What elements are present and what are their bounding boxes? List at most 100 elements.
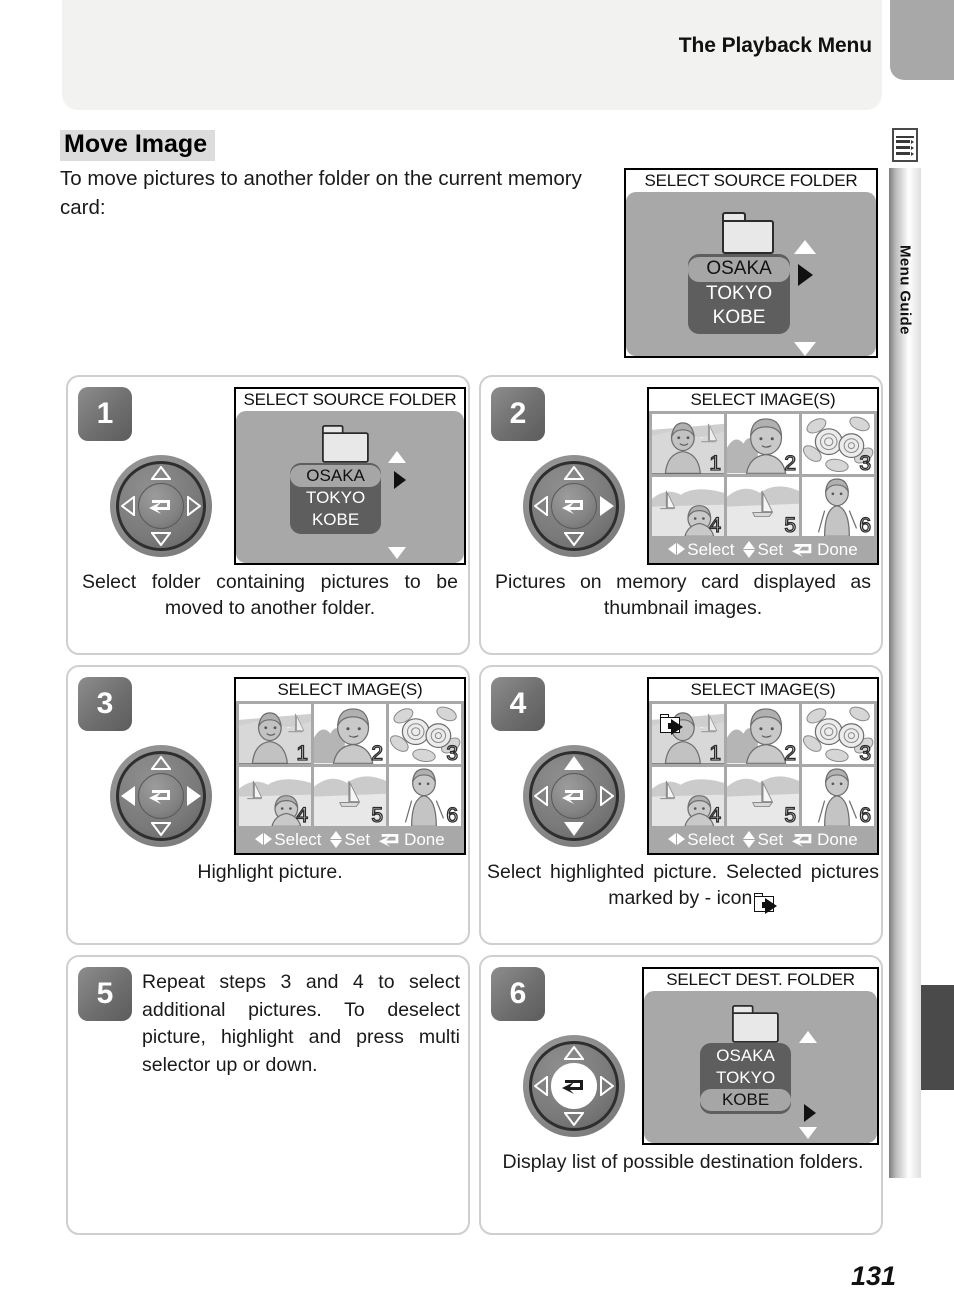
folder-icon: [322, 425, 369, 464]
scroll-down-arrow-icon: [794, 342, 816, 356]
thumbnail-item[interactable]: 1: [652, 414, 724, 474]
folder-item-osaka[interactable]: OSAKA: [688, 257, 791, 282]
move-folder-marker-icon: [660, 714, 694, 736]
thumbnail-item[interactable]: 2: [314, 704, 386, 764]
thumbnail-item[interactable]: 2: [727, 414, 799, 474]
done-hint-label: Done: [404, 829, 445, 849]
dial-up-arrow-icon[interactable]: [151, 466, 171, 480]
dial-left-arrow-icon[interactable]: [534, 1076, 548, 1096]
folder-item-kobe[interactable]: KOBE: [290, 509, 381, 531]
step-card-1: 1 SELECT SOURCE FOLDER OSAKA TOKYO KOBE …: [66, 375, 470, 655]
dial-down-arrow-icon[interactable]: [564, 1112, 584, 1126]
dial-left-arrow-icon[interactable]: [121, 786, 135, 806]
dial-right-arrow-icon[interactable]: [187, 496, 201, 516]
dial-right-arrow-icon[interactable]: [600, 786, 614, 806]
select-hint-label: Select: [274, 829, 322, 849]
folder-item-kobe[interactable]: KOBE: [700, 1088, 792, 1111]
dial-down-arrow-icon[interactable]: [564, 532, 584, 546]
step-caption: Highlight picture.: [197, 861, 343, 883]
folder-list[interactable]: OSAKA TOKYO KOBE: [688, 254, 791, 335]
step-caption: Display list of possible destination fol…: [502, 1151, 864, 1173]
thumbnail-number: 3: [859, 451, 872, 474]
scroll-up-arrow-icon: [794, 240, 816, 255]
dial-right-arrow-icon[interactable]: [600, 496, 614, 516]
dial-left-arrow-icon[interactable]: [121, 496, 135, 516]
lcd-body: OSAKA TOKYO KOBE: [236, 411, 464, 563]
side-tab-label: Menu Guide: [896, 245, 914, 335]
thumbnail-item[interactable]: 3: [802, 414, 874, 474]
lcd-title: SELECT IMAGE(S): [690, 390, 836, 409]
thumbnail-item[interactable]: 6: [389, 766, 461, 826]
dial-down-arrow-icon[interactable]: [151, 532, 171, 546]
dial-center-button[interactable]: [551, 1063, 597, 1109]
folder-item-osaka[interactable]: OSAKA: [290, 465, 382, 488]
section-intro: To move pictures to another folder on th…: [60, 167, 582, 220]
thumbnail-item[interactable]: 5: [727, 766, 799, 826]
dial-center-button[interactable]: [138, 773, 184, 819]
set-hint-label: Set: [757, 829, 784, 849]
folder-icon: [732, 1005, 779, 1044]
enter-right-arrow-icon: [394, 471, 406, 490]
lcd-title: SELECT DEST. FOLDER: [666, 970, 855, 989]
dial-down-arrow-icon[interactable]: [151, 822, 171, 836]
dial-up-arrow-icon[interactable]: [151, 756, 171, 770]
dial-center-button[interactable]: [138, 483, 184, 529]
dial-up-arrow-icon[interactable]: [564, 1046, 584, 1060]
scroll-up-arrow-icon: [799, 1031, 817, 1044]
lcd-title: SELECT IMAGE(S): [277, 680, 423, 699]
thumbnail-number: 3: [859, 741, 872, 764]
dial-left-arrow-icon[interactable]: [534, 496, 548, 516]
thumbnail-number: 2: [784, 741, 797, 764]
multi-selector-dial[interactable]: [523, 745, 625, 847]
folder-list[interactable]: OSAKA TOKYO KOBE: [290, 463, 382, 534]
page-title: The Playback Menu: [678, 34, 872, 57]
folder-item-osaka[interactable]: OSAKA: [700, 1045, 791, 1067]
thumbnail-item[interactable]: 5: [727, 476, 799, 536]
multi-selector-dial[interactable]: [110, 455, 212, 557]
multi-selector-dial[interactable]: [523, 455, 625, 557]
scroll-up-arrow-icon: [388, 451, 406, 464]
folder-item-tokyo[interactable]: TOKYO: [688, 282, 790, 306]
thumbnail-item[interactable]: 6: [802, 766, 874, 826]
thumbnail-item[interactable]: 4: [652, 476, 724, 536]
thumbnail-hint-bar: Select Set Done: [649, 538, 877, 563]
header-band: The Playback Menu: [62, 0, 882, 110]
scroll-down-arrow-icon: [388, 547, 406, 560]
thumbnail-item[interactable]: 1: [652, 704, 724, 764]
dial-up-arrow-icon[interactable]: [564, 466, 584, 480]
thumbnail-item[interactable]: 4: [239, 766, 311, 826]
thumbnail-grid: 1 2 3 4 5 6: [236, 701, 464, 828]
thumbnail-item[interactable]: 3: [389, 704, 461, 764]
folder-item-tokyo[interactable]: TOKYO: [290, 487, 381, 509]
dial-center-button[interactable]: [551, 483, 597, 529]
dial-right-arrow-icon[interactable]: [187, 786, 201, 806]
thumbnail-number: 2: [784, 451, 797, 474]
menu-list-icon: [892, 128, 918, 162]
thumbnail-item[interactable]: 3: [802, 704, 874, 764]
dial-right-arrow-icon[interactable]: [600, 1076, 614, 1096]
step-card-5: 5 Repeat steps 3 and 4 to select additio…: [66, 955, 470, 1235]
dial-down-arrow-icon[interactable]: [564, 822, 584, 836]
step-6-lcd-screen: SELECT DEST. FOLDER OSAKA TOKYO KOBE: [642, 967, 879, 1145]
thumbnail-item[interactable]: 1: [239, 704, 311, 764]
dial-center-button[interactable]: [551, 773, 597, 819]
thumbnail-number: 1: [709, 451, 722, 474]
set-hint-label: Set: [344, 829, 371, 849]
lcd-title: SELECT SOURCE FOLDER: [644, 171, 858, 190]
dial-up-arrow-icon[interactable]: [564, 756, 584, 770]
thumbnail-item[interactable]: 4: [652, 766, 724, 826]
thumbnail-item[interactable]: 2: [727, 704, 799, 764]
thumbnail-item[interactable]: 5: [314, 766, 386, 826]
folder-list[interactable]: OSAKA TOKYO KOBE: [700, 1043, 792, 1114]
multi-selector-dial[interactable]: [523, 1035, 625, 1137]
thumbnail-hint-bar: Select Set Done: [236, 828, 464, 853]
dial-left-arrow-icon[interactable]: [534, 786, 548, 806]
left-right-arrow-icon: [668, 833, 686, 846]
folder-item-tokyo[interactable]: TOKYO: [700, 1067, 791, 1089]
left-right-arrow-icon: [255, 833, 273, 846]
thumbnail-number: 1: [709, 741, 722, 764]
folder-item-kobe[interactable]: KOBE: [688, 306, 790, 330]
thumbnail-item[interactable]: 6: [802, 476, 874, 536]
step-card-2: 2 SELECT IMAGE(S) 1 2 3 4 5 6 Select Set…: [479, 375, 883, 655]
multi-selector-dial[interactable]: [110, 745, 212, 847]
